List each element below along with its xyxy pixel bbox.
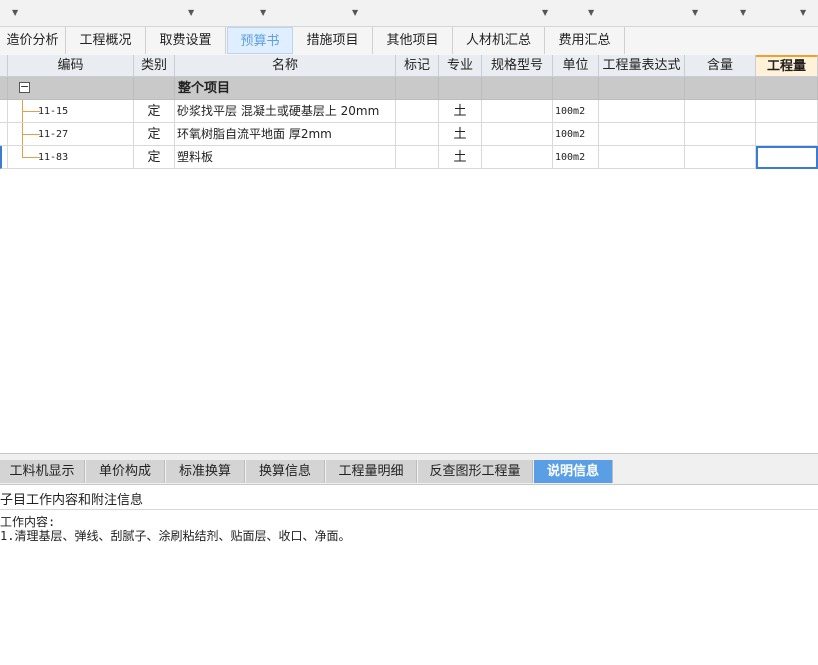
spec-cell[interactable] [482,100,553,123]
tab-budget-book[interactable]: 预算书 [227,27,293,54]
tab-project-overview[interactable]: 工程概况 [66,27,146,54]
collapse-icon[interactable]: − [19,81,30,93]
group-row[interactable]: − 整个项目 [0,77,818,100]
chevron-down-icon[interactable]: ▼ [542,8,548,17]
ribbon-toolbar: ▼ ▼ ▼ ▼ ▼ ▼ ▼ ▼ ▼ [0,0,818,27]
name-cell[interactable]: 整个项目 [175,77,396,100]
info-panel-title: 子目工作内容和附注信息 [0,493,144,508]
qty-expression-cell[interactable] [599,77,685,100]
mark-cell[interactable] [396,100,439,123]
tab-cost-analysis[interactable]: 造价分析 [0,27,66,54]
tab-labor-material-summary[interactable]: 人材机汇总 [453,27,545,54]
row-head [0,123,8,146]
column-header-major[interactable]: 专业 [439,55,482,77]
type-cell[interactable] [134,77,175,100]
type-cell[interactable]: 定 [134,146,175,169]
column-header-code[interactable]: 编码 [8,55,134,77]
qty-expression-cell[interactable] [599,100,685,123]
column-header-mark[interactable]: 标记 [396,55,439,77]
qty-expression-cell[interactable] [599,123,685,146]
quantity-cell[interactable] [756,77,818,100]
quantity-cell-selected[interactable] [756,146,818,169]
tab-fee-summary[interactable]: 费用汇总 [545,27,625,54]
spec-cell[interactable] [482,123,553,146]
mark-cell[interactable] [396,146,439,169]
spec-cell[interactable] [482,146,553,169]
chevron-down-icon[interactable]: ▼ [588,8,594,17]
column-header-type[interactable]: 类别 [134,55,175,77]
tab-measures[interactable]: 措施项目 [293,27,373,54]
tab-quantity-detail[interactable]: 工程量明细 [326,460,417,483]
column-header-content[interactable]: 含量 [685,55,756,77]
name-cell[interactable]: 砂浆找平层 混凝土或硬基层上 20mm [175,100,396,123]
column-header-spec[interactable]: 规格型号 [482,55,553,77]
tab-conversion-info[interactable]: 换算信息 [246,460,325,483]
chevron-down-icon[interactable]: ▼ [740,8,746,17]
code-cell[interactable]: 11-83 [8,146,134,169]
table-row[interactable]: 11-15 定 砂浆找平层 混凝土或硬基层上 20mm 土 100m2 [0,100,818,123]
qty-expression-cell[interactable] [599,146,685,169]
code-text: 11-83 [38,152,69,163]
column-header-quantity[interactable]: 工程量 [756,55,818,77]
major-cell[interactable] [439,77,482,100]
table-row[interactable]: 11-83 定 塑料板 土 100m2 [0,146,818,169]
content-cell[interactable] [685,100,756,123]
code-cell[interactable]: 11-27 [8,123,134,146]
code-cell[interactable]: − [8,77,134,100]
column-header-unit[interactable]: 单位 [553,55,599,77]
chevron-down-icon[interactable]: ▼ [352,8,358,17]
content-cell[interactable] [685,146,756,169]
tab-fee-settings[interactable]: 取费设置 [146,27,226,54]
unit-cell[interactable]: 100m2 [553,123,599,146]
code-text: 11-27 [38,129,69,140]
chevron-down-icon[interactable]: ▼ [800,8,806,17]
top-tab-bar: 造价分析 工程概况 取费设置 预算书 措施项目 其他项目 人材机汇总 费用汇总 [0,27,818,56]
column-header-qty-expression[interactable]: 工程量表达式 [599,55,685,77]
column-header-rowhead [0,55,8,77]
type-cell[interactable]: 定 [134,123,175,146]
content-cell[interactable] [685,77,756,100]
major-cell[interactable]: 土 [439,100,482,123]
major-cell[interactable]: 土 [439,146,482,169]
code-text: 11-15 [38,106,69,117]
spec-cell[interactable] [482,77,553,100]
unit-cell[interactable]: 100m2 [553,146,599,169]
name-cell[interactable]: 塑料板 [175,146,396,169]
tab-unit-price-composition[interactable]: 单价构成 [86,460,165,483]
mark-cell[interactable] [396,123,439,146]
chevron-down-icon[interactable]: ▼ [692,8,698,17]
tab-description-info[interactable]: 说明信息 [534,460,613,483]
row-head [0,77,8,100]
chevron-down-icon[interactable]: ▼ [260,8,266,17]
table-row[interactable]: 11-27 定 环氧树脂自流平地面 厚2mm 土 100m2 [0,123,818,146]
code-cell[interactable]: 11-15 [8,100,134,123]
tab-other-items[interactable]: 其他项目 [373,27,453,54]
mark-cell[interactable] [396,77,439,100]
work-content-text: 1.清理基层、弹线、刮腻子、涂刷粘结剂、贴面层、收口、净面。 [0,529,351,543]
row-head [0,146,8,169]
tab-labor-material-display[interactable]: 工料机显示 [0,460,85,483]
chevron-down-icon[interactable]: ▼ [188,8,194,17]
divider [0,509,818,510]
column-header-name[interactable]: 名称 [175,55,396,77]
tab-reverse-lookup-quantity[interactable]: 反查图形工程量 [418,460,533,483]
quantity-cell[interactable] [756,100,818,123]
row-head [0,100,8,123]
major-cell[interactable]: 土 [439,123,482,146]
tab-standard-conversion[interactable]: 标准换算 [166,460,245,483]
bottom-tab-bar: 工料机显示 单价构成 标准换算 换算信息 工程量明细 反查图形工程量 说明信息 [0,453,818,485]
unit-cell[interactable]: 100m2 [553,100,599,123]
quantity-cell[interactable] [756,123,818,146]
name-cell[interactable]: 环氧树脂自流平地面 厚2mm [175,123,396,146]
unit-cell[interactable] [553,77,599,100]
type-cell[interactable]: 定 [134,100,175,123]
content-cell[interactable] [685,123,756,146]
chevron-down-icon[interactable]: ▼ [12,8,18,17]
